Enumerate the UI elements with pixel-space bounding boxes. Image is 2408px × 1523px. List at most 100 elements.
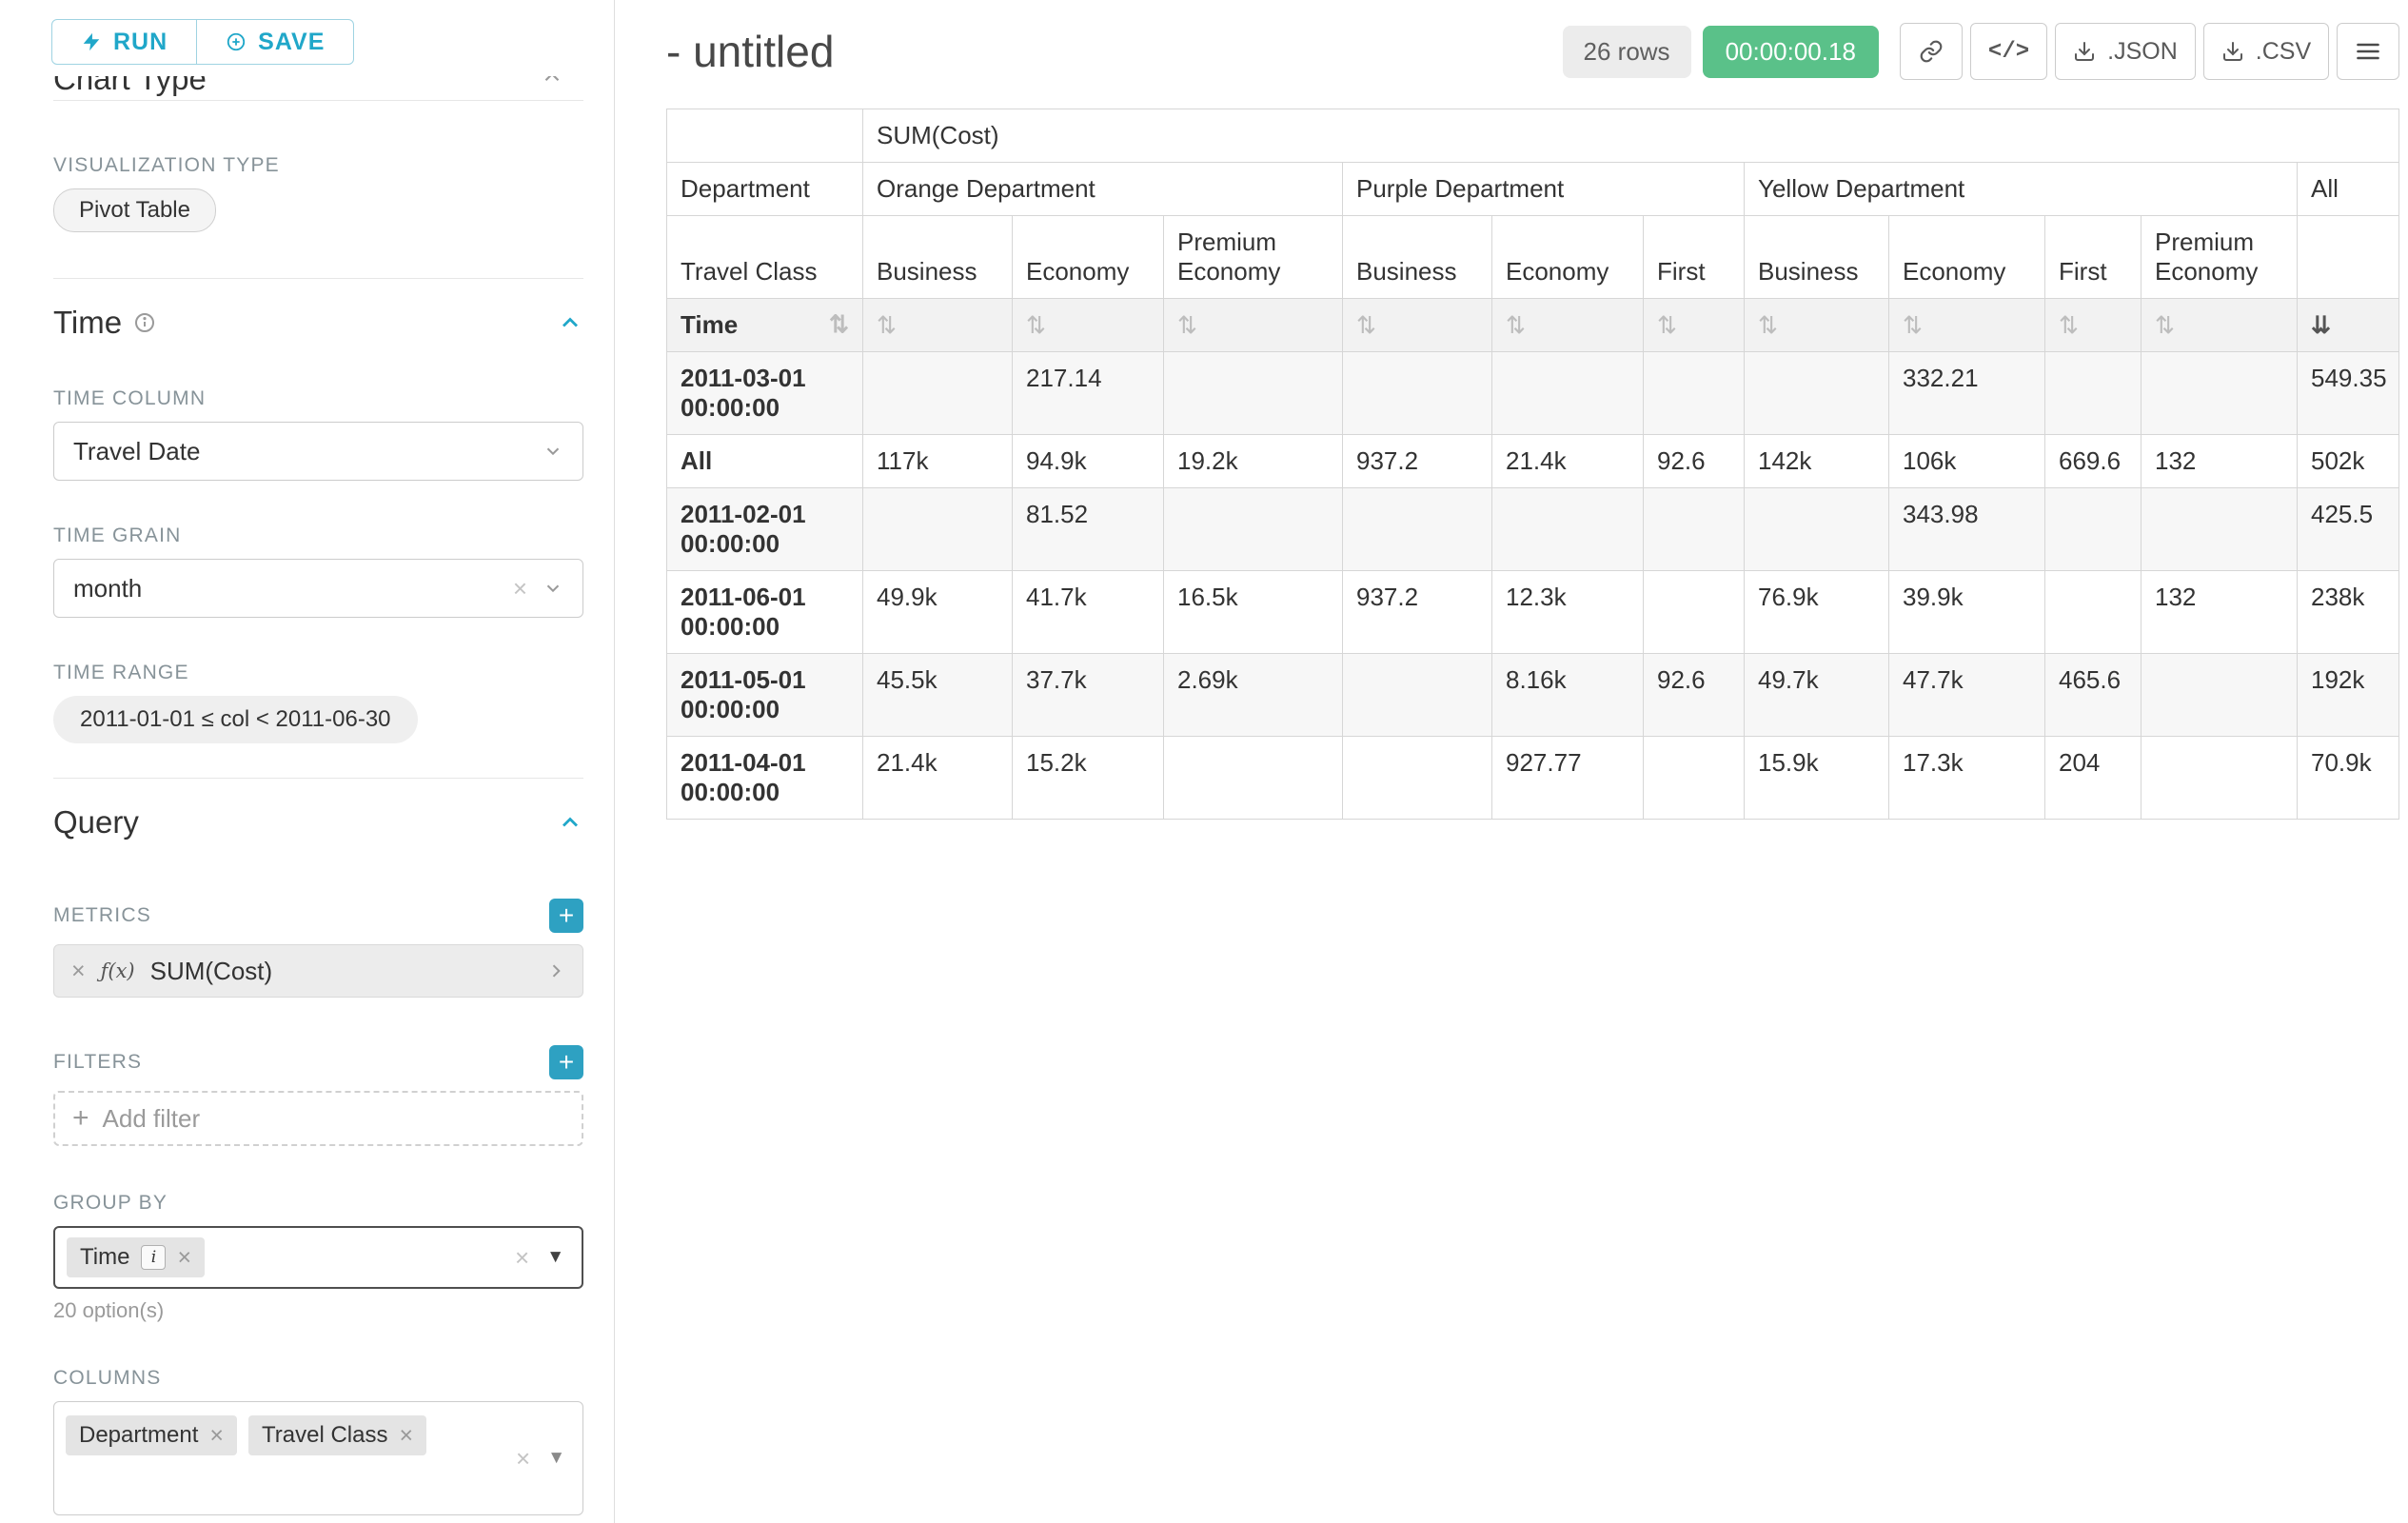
export-csv-label: .CSV <box>2256 38 2311 66</box>
save-button[interactable]: SAVE <box>196 19 354 65</box>
copy-link-button[interactable] <box>1900 23 1963 80</box>
pivot-class-header <box>2298 216 2399 299</box>
pivot-class-header: Business <box>863 216 1013 299</box>
pivot-value-cell <box>1164 352 1343 435</box>
collapse-chevron-icon[interactable] <box>557 309 583 336</box>
pivot-sort-cell[interactable]: ⇅ <box>1889 299 2045 352</box>
chip-remove-icon[interactable]: × <box>177 1246 191 1270</box>
pivot-value-cell: 132 <box>2142 435 2298 488</box>
sort-icon[interactable]: ⇅ <box>1758 312 1778 339</box>
pivot-value-cell <box>863 352 1013 435</box>
sort-icon[interactable]: ⇅ <box>829 313 849 337</box>
collapse-chevron-icon[interactable] <box>557 809 583 836</box>
sort-icon[interactable]: ⇅ <box>2059 312 2079 339</box>
add-filter-plus-button[interactable]: + <box>549 1045 583 1079</box>
pivot-value-cell: 132 <box>2142 571 2298 654</box>
group-by-options-hint: 20 option(s) <box>53 1298 583 1323</box>
run-button-label: RUN <box>113 29 168 56</box>
pivot-sort-cell[interactable]: ⇅ <box>1164 299 1343 352</box>
sort-icon[interactable]: ⇅ <box>877 312 897 339</box>
pivot-value-cell <box>1492 352 1644 435</box>
pivot-value-cell: 70.9k <box>2298 737 2399 820</box>
pivot-sort-cell[interactable]: ⇅ <box>2045 299 2142 352</box>
add-filter-box[interactable]: + Add filter <box>53 1091 583 1146</box>
sort-icon[interactable]: ⇅ <box>1903 312 1923 339</box>
chip-remove-icon[interactable]: × <box>209 1424 224 1448</box>
sort-icon[interactable]: ⇅ <box>1356 312 1376 339</box>
clear-icon[interactable]: × <box>513 576 527 601</box>
clear-all-icon[interactable]: × <box>516 1446 530 1471</box>
hamburger-menu-icon <box>2355 38 2381 65</box>
time-column-select[interactable]: Travel Date <box>53 422 583 481</box>
time-grain-select[interactable]: month × <box>53 559 583 618</box>
pivot-sort-cell[interactable]: ⇅ <box>1492 299 1644 352</box>
pivot-value-cell: 343.98 <box>1889 488 2045 571</box>
chevron-down-icon[interactable] <box>543 441 563 462</box>
pivot-row-label: 2011-04-01 00:00:00 <box>667 737 863 820</box>
sort-icon-active[interactable]: ⇊ <box>2311 312 2331 339</box>
pivot-class-header: First <box>2045 216 2142 299</box>
pivot-value-cell: 76.9k <box>1745 571 1889 654</box>
pivot-value-cell <box>2045 352 2142 435</box>
remove-metric-icon[interactable]: × <box>71 959 86 983</box>
chevron-up-icon[interactable] <box>540 76 564 89</box>
pivot-corner-cell <box>667 109 863 163</box>
chip-remove-icon[interactable]: × <box>399 1424 413 1448</box>
more-options-button[interactable] <box>2337 23 2399 80</box>
pivot-value-cell: 47.7k <box>1889 654 2045 737</box>
group-by-control[interactable]: Time i × × ▼ <box>53 1226 583 1289</box>
pivot-sort-cell[interactable]: ⇊ <box>2298 299 2399 352</box>
plus-icon: + <box>72 1102 89 1135</box>
pivot-row-label: All <box>667 435 863 488</box>
pivot-row-dimension-header[interactable]: Time⇅ <box>667 299 863 352</box>
pivot-metric-header: SUM(Cost) <box>863 109 2399 163</box>
pivot-class-header: First <box>1644 216 1745 299</box>
code-icon: </> <box>1988 39 2029 65</box>
pivot-sort-cell[interactable]: ⇅ <box>863 299 1013 352</box>
sort-icon[interactable]: ⇅ <box>1026 312 1046 339</box>
chevron-down-icon[interactable] <box>543 578 563 599</box>
time-grain-label: TIME GRAIN <box>53 524 583 547</box>
pivot-sort-cell[interactable]: ⇅ <box>1343 299 1492 352</box>
filters-label: FILTERS <box>53 1051 142 1074</box>
sort-icon[interactable]: ⇅ <box>1657 312 1677 339</box>
pivot-class-header: Economy <box>1492 216 1644 299</box>
query-section-title: Query <box>53 804 139 841</box>
columns-chip-travel-class[interactable]: Travel Class × <box>248 1415 426 1455</box>
pivot-value-cell: 2.69k <box>1164 654 1343 737</box>
group-by-chip-time[interactable]: Time i × <box>67 1237 205 1277</box>
function-icon: ƒ(x) <box>101 959 135 982</box>
sort-icon[interactable]: ⇅ <box>2155 312 2175 339</box>
time-range-chip[interactable]: 2011-01-01 ≤ col < 2011-06-30 <box>53 696 418 743</box>
pivot-value-cell: 41.7k <box>1013 571 1164 654</box>
dropdown-caret-icon[interactable]: ▼ <box>546 1247 564 1268</box>
chevron-right-icon[interactable] <box>546 961 565 980</box>
pivot-sort-cell[interactable]: ⇅ <box>1745 299 1889 352</box>
time-grain-value: month <box>73 574 513 603</box>
export-json-button[interactable]: .JSON <box>2055 23 2196 80</box>
metric-chip[interactable]: × ƒ(x) SUM(Cost) <box>53 944 583 998</box>
pivot-row-label: 2011-03-01 00:00:00 <box>667 352 863 435</box>
query-section-header: Query <box>53 801 583 843</box>
pivot-sort-cell[interactable]: ⇅ <box>2142 299 2298 352</box>
column-info-icon[interactable]: i <box>141 1245 166 1270</box>
add-metric-button[interactable]: + <box>549 899 583 933</box>
clear-all-icon[interactable]: × <box>515 1245 529 1270</box>
view-query-button[interactable]: </> <box>1970 23 2047 80</box>
viz-type-chip[interactable]: Pivot Table <box>53 188 216 232</box>
sort-icon[interactable]: ⇅ <box>1177 312 1197 339</box>
pivot-sort-cell[interactable]: ⇅ <box>1644 299 1745 352</box>
pivot-value-cell: 425.5 <box>2298 488 2399 571</box>
pivot-row-label: 2011-05-01 00:00:00 <box>667 654 863 737</box>
info-icon[interactable] <box>133 311 156 334</box>
run-button[interactable]: RUN <box>51 19 197 65</box>
chart-header: - untitled 26 rows 00:00:00.18 </> .JSON <box>666 23 2399 80</box>
columns-chip-department[interactable]: Department × <box>66 1415 237 1455</box>
dropdown-caret-icon[interactable]: ▼ <box>547 1448 565 1469</box>
columns-control[interactable]: Department × Travel Class × × ▼ <box>53 1401 583 1515</box>
export-csv-button[interactable]: .CSV <box>2203 23 2329 80</box>
download-icon <box>2073 40 2096 63</box>
sort-icon[interactable]: ⇅ <box>1506 312 1526 339</box>
pivot-value-cell: 21.4k <box>863 737 1013 820</box>
pivot-sort-cell[interactable]: ⇅ <box>1013 299 1164 352</box>
